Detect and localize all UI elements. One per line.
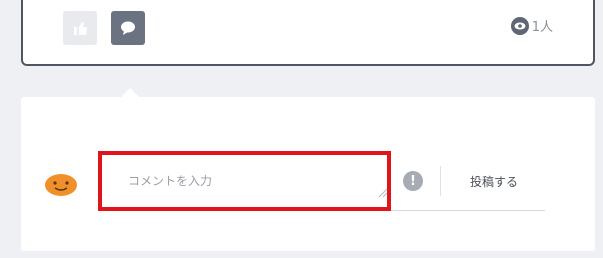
resize-grip-icon[interactable]: [378, 183, 388, 198]
like-button[interactable]: [63, 11, 97, 45]
comment-input[interactable]: [98, 151, 391, 211]
eye-icon: [510, 16, 529, 35]
thumbs-up-icon: [71, 20, 89, 36]
comment-button[interactable]: [111, 11, 145, 45]
post-button[interactable]: 投稿する: [458, 166, 538, 196]
input-underline: [391, 210, 545, 211]
speech-bubble-icon: [119, 20, 137, 36]
avatar-icon: [44, 171, 78, 197]
viewer-count-text: 1人: [531, 20, 553, 35]
viewer-count: 1人: [510, 16, 553, 35]
divider: [440, 166, 441, 196]
info-icon[interactable]: !: [403, 171, 423, 191]
post-card: 1人: [21, 0, 595, 66]
